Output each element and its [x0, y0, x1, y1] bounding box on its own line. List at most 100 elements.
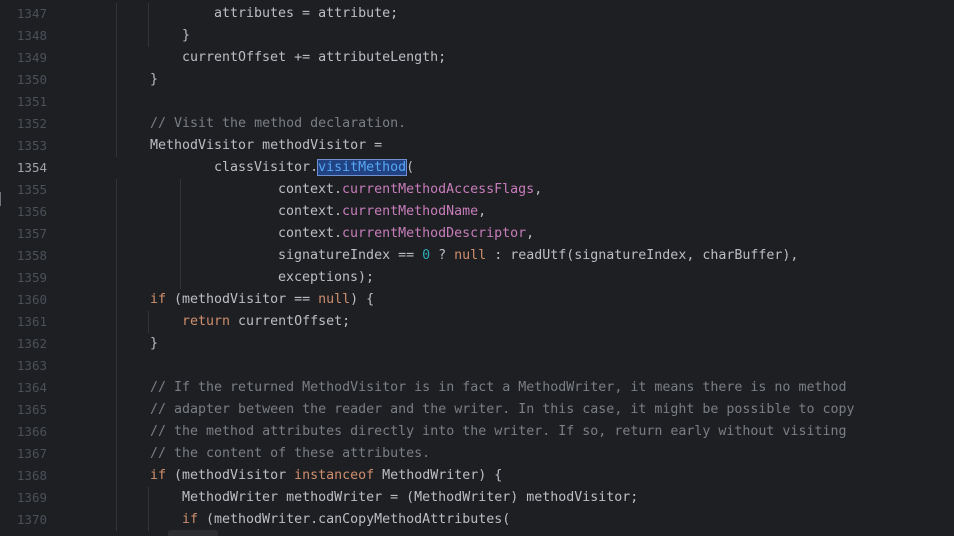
code-token: MethodWriter methodWriter = (MethodWrite… — [182, 490, 639, 505]
code-text[interactable]: } — [150, 69, 158, 91]
code-text[interactable]: // the content of these attributes. — [150, 443, 430, 465]
code-text[interactable]: currentOffset += attributeLength; — [182, 47, 446, 69]
line-number[interactable]: 1359 — [0, 267, 47, 289]
code-token: // adapter between the reader and the wr… — [150, 402, 855, 417]
code-token: context. — [278, 204, 343, 219]
code-text[interactable]: } — [150, 333, 158, 355]
line-number[interactable]: 1352 — [0, 113, 47, 135]
code-line[interactable]: 1348} — [0, 25, 954, 47]
code-token: } — [182, 28, 191, 43]
code-token: classVisitor. — [214, 160, 319, 175]
code-line[interactable]: 1355 context.currentMethodAccessFlags, — [0, 179, 954, 201]
code-token: currentOffset += attributeLength; — [182, 50, 447, 65]
code-text[interactable]: if (methodWriter.canCopyMethodAttributes… — [182, 509, 510, 531]
code-line[interactable]: 1349 currentOffset += attributeLength; — [0, 47, 954, 69]
line-number[interactable]: 1363 — [0, 355, 47, 377]
line-number[interactable]: 1360 — [0, 289, 47, 311]
code-line[interactable]: 1370 if (methodWriter.canCopyMethodAttrib… — [0, 509, 954, 531]
code-text[interactable]: return currentOffset; — [182, 311, 350, 333]
code-line[interactable]: 1354 classVisitor.visitMethod( — [0, 157, 954, 179]
line-number[interactable]: 1354 — [0, 157, 47, 179]
line-number[interactable]: 1357 — [0, 223, 47, 245]
code-text[interactable]: if (methodVisitor == null) { — [150, 289, 374, 311]
line-number[interactable]: 1351 — [0, 91, 47, 113]
code-token: currentMethodName — [342, 204, 479, 219]
code-text[interactable]: context.currentMethodAccessFlags, — [278, 179, 542, 201]
line-number[interactable]: 1370 — [0, 509, 47, 531]
line-number[interactable]: 1348 — [0, 25, 47, 47]
code-line[interactable]: 1363 — [0, 355, 954, 377]
code-token: // the content of these attributes. — [150, 446, 431, 461]
code-token: // If the returned MethodVisitor is in f… — [150, 380, 847, 395]
code-text[interactable]: MethodWriter methodWriter = (MethodWrite… — [182, 487, 638, 509]
code-line[interactable]: 1358 signatureIndex == 0 ? null : readUtf… — [0, 245, 954, 267]
line-number[interactable]: 1366 — [0, 421, 47, 443]
line-number[interactable]: 1358 — [0, 245, 47, 267]
gutter-marker-icon — [0, 192, 4, 206]
code-text[interactable]: signatureIndex == 0 ? null : readUtf(sig… — [278, 245, 798, 267]
code-text[interactable]: } — [182, 25, 190, 47]
code-text[interactable]: // the method attributes directly into t… — [150, 421, 846, 443]
code-text[interactable]: // adapter between the reader and the wr… — [150, 399, 854, 421]
code-line[interactable]: 1369 MethodWriter methodWriter = (MethodW… — [0, 487, 954, 509]
code-token: context. — [278, 182, 343, 197]
line-number[interactable]: 1364 — [0, 377, 47, 399]
code-line[interactable]: 1350} — [0, 69, 954, 91]
line-number[interactable]: 1367 — [0, 443, 47, 465]
code-token: 0 — [422, 248, 431, 263]
code-text[interactable]: // If the returned MethodVisitor is in f… — [150, 377, 846, 399]
line-number[interactable]: 1350 — [0, 69, 47, 91]
line-number[interactable]: 1368 — [0, 465, 47, 487]
code-line[interactable]: 1362} — [0, 333, 954, 355]
code-token: } — [150, 336, 159, 351]
code-token: MethodWriter) { — [374, 468, 503, 483]
code-text[interactable]: if (methodVisitor instanceof MethodWrite… — [150, 465, 502, 487]
code-token: if — [150, 292, 167, 307]
code-token: (methodVisitor == — [166, 292, 319, 307]
line-number[interactable]: 1369 — [0, 487, 47, 509]
code-line[interactable]: 1367 // the content of these attributes. — [0, 443, 954, 465]
code-token: if — [182, 512, 199, 527]
code-token: , — [478, 204, 487, 219]
code-token: currentMethodDescriptor — [342, 226, 527, 241]
code-line[interactable]: 1366 // the method attributes directly in… — [0, 421, 954, 443]
code-token: if — [150, 468, 167, 483]
code-text[interactable]: classVisitor.visitMethod( — [214, 157, 414, 179]
code-token: attributes = attribute; — [214, 6, 399, 21]
code-text[interactable]: attributes = attribute; — [214, 3, 398, 25]
code-editor[interactable]: 1347 attributes = attribute; 1348} 1349 curr… — [0, 0, 954, 536]
code-line[interactable]: 1364 // If the returned MethodVisitor is … — [0, 377, 954, 399]
code-text[interactable]: context.currentMethodDescriptor, — [278, 223, 534, 245]
code-line[interactable]: 1365 // adapter between the reader and th… — [0, 399, 954, 421]
code-token: currentOffset; — [230, 314, 351, 329]
code-text[interactable]: // Visit the method declaration. — [150, 113, 406, 135]
line-number[interactable]: 1353 — [0, 135, 47, 157]
code-text[interactable]: exceptions); — [278, 267, 374, 289]
line-number[interactable]: 1356 — [0, 201, 47, 223]
code-line[interactable]: 1347 attributes = attribute; — [0, 3, 954, 25]
line-number[interactable]: 1349 — [0, 47, 47, 69]
code-line[interactable]: 1351 — [0, 91, 954, 113]
code-token: , — [534, 182, 543, 197]
line-number[interactable]: 1347 — [0, 3, 47, 25]
line-number[interactable]: 1362 — [0, 333, 47, 355]
code-text[interactable]: MethodVisitor methodVisitor = — [150, 135, 382, 157]
code-token: MethodVisitor methodVisitor = — [150, 138, 383, 153]
code-line[interactable]: 1359 exceptions); — [0, 267, 954, 289]
code-line[interactable]: 1361 return currentOffset; — [0, 311, 954, 333]
code-line[interactable]: 1368 if (methodVisitor instanceof MethodW… — [0, 465, 954, 487]
code-token: exceptions); — [278, 270, 375, 285]
code-token: (methodWriter.canCopyMethodAttributes( — [198, 512, 511, 527]
code-line[interactable]: 1352 // Visit the method declaration. — [0, 113, 954, 135]
code-token: , — [526, 226, 535, 241]
line-number[interactable]: 1361 — [0, 311, 47, 333]
code-line[interactable]: 1357 context.currentMethodDescriptor, — [0, 223, 954, 245]
code-text[interactable]: context.currentMethodName, — [278, 201, 486, 223]
horizontal-scrollbar[interactable] — [168, 530, 218, 536]
code-line[interactable]: 1360 if (methodVisitor == null) { — [0, 289, 954, 311]
line-number[interactable]: 1365 — [0, 399, 47, 421]
code-line[interactable]: 1356 context.currentMethodName, — [0, 201, 954, 223]
code-line[interactable]: 1353 MethodVisitor methodVisitor = — [0, 135, 954, 157]
code-token: null — [318, 292, 351, 307]
line-number[interactable]: 1355 — [0, 179, 47, 201]
